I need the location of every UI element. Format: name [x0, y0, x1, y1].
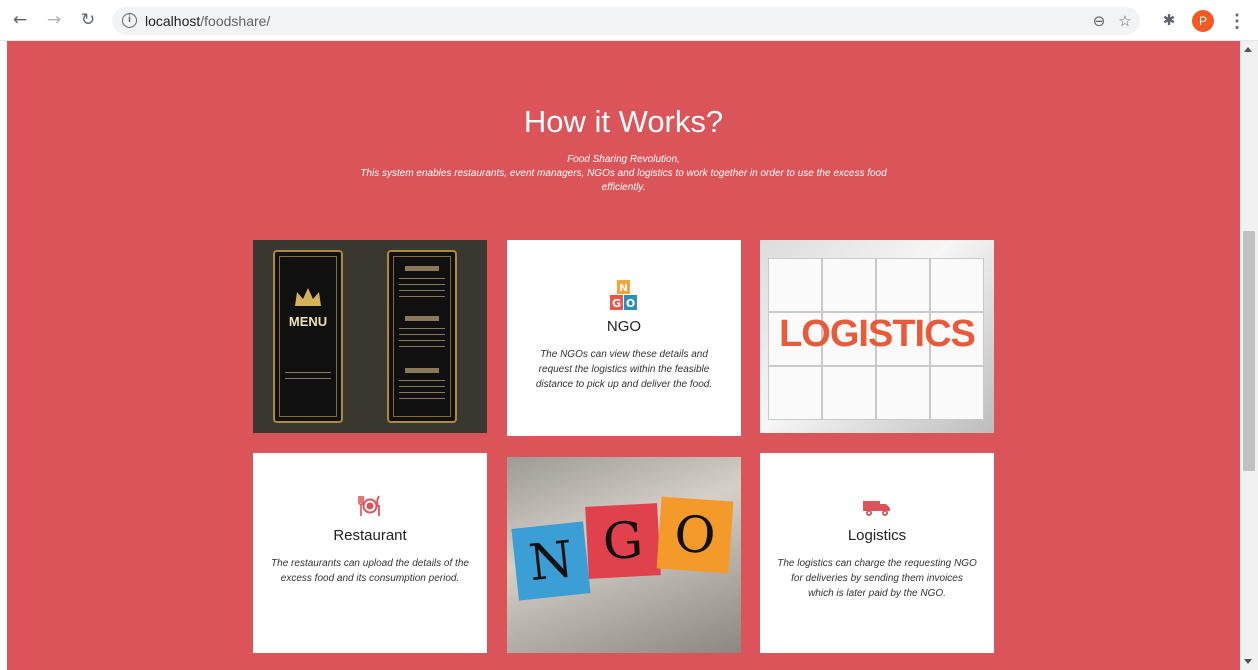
- page-viewport: How it Works? Food Sharing Revolution, T…: [0, 41, 1258, 670]
- restaurant-card-title: Restaurant: [333, 527, 407, 544]
- restaurant-card: Restaurant The restaurants can upload th…: [253, 453, 487, 653]
- logistics-card-text: The logistics can charge the requesting …: [777, 558, 977, 599]
- menu-word: MENU: [288, 314, 328, 329]
- menu-back-panel: [387, 250, 457, 423]
- block-n: N: [511, 521, 591, 601]
- scrollbar-thumb[interactable]: [1243, 231, 1255, 471]
- subtitle-line-2: This system enables restaurants, event m…: [360, 168, 887, 179]
- ngo-card: N G O NGO The NGOs can view these detail…: [507, 240, 741, 436]
- vertical-scrollbar[interactable]: [1240, 41, 1258, 670]
- subtitle-line-1: Food Sharing Revolution,: [567, 154, 680, 165]
- address-bar[interactable]: i localhost/foodshare/ ⊖ ☆: [112, 7, 1140, 35]
- ngo-card-text: The NGOs can view these details and requ…: [535, 349, 713, 390]
- menu-front-panel: MENU: [273, 250, 343, 423]
- logistics-word: LOGISTICS: [779, 313, 976, 355]
- block-g: G: [585, 503, 661, 579]
- ngo-icon-letter-n: N: [619, 283, 627, 294]
- url-text: localhost/foodshare/: [145, 13, 270, 29]
- scroll-down-arrow-icon[interactable]: [1244, 659, 1252, 664]
- restaurant-icon: [358, 495, 380, 516]
- extensions-icon[interactable]: ✱: [1160, 11, 1178, 29]
- section-title: How it Works?: [523, 104, 724, 139]
- zoom-icon[interactable]: ⊖: [1090, 12, 1108, 30]
- section-subtitle: Food Sharing Revolution, This system ena…: [7, 153, 1240, 195]
- avatar[interactable]: P: [1192, 10, 1214, 32]
- ngo-icon: N G O: [610, 280, 637, 310]
- truck-icon: [863, 501, 890, 516]
- restaurant-card-text: The restaurants can upload the details o…: [271, 558, 469, 584]
- ngo-blocks-image: N G O: [507, 457, 741, 653]
- crown-icon: [295, 288, 321, 306]
- menu-icon[interactable]: ⋮: [1228, 10, 1246, 32]
- url-path: /foodshare/: [200, 13, 271, 29]
- reload-icon[interactable]: ↻: [78, 10, 98, 30]
- ngo-icon-letter-g: G: [612, 297, 621, 310]
- forward-arrow-icon[interactable]: →: [44, 10, 64, 30]
- block-o: O: [656, 496, 734, 574]
- logistics-image: LOGISTICS: [760, 240, 994, 433]
- subtitle-line-3: efficiently.: [601, 182, 646, 193]
- back-arrow-icon[interactable]: ←: [10, 10, 30, 30]
- logistics-card: Logistics The logistics can charge the r…: [760, 453, 994, 653]
- star-icon[interactable]: ☆: [1116, 12, 1134, 30]
- ngo-icon-letter-o: O: [626, 297, 635, 310]
- ngo-card-title: NGO: [606, 318, 642, 335]
- how-it-works-section: How it Works? Food Sharing Revolution, T…: [7, 41, 1240, 670]
- scroll-up-arrow-icon[interactable]: [1244, 47, 1252, 52]
- url-host: localhost: [145, 13, 201, 29]
- menu-image: MENU: [253, 240, 487, 433]
- logistics-card-title: Logistics: [847, 527, 907, 544]
- browser-toolbar: ← → ↻ i localhost/foodshare/ ⊖ ☆ ✱ P ⋮: [0, 0, 1258, 41]
- info-icon[interactable]: i: [122, 13, 137, 28]
